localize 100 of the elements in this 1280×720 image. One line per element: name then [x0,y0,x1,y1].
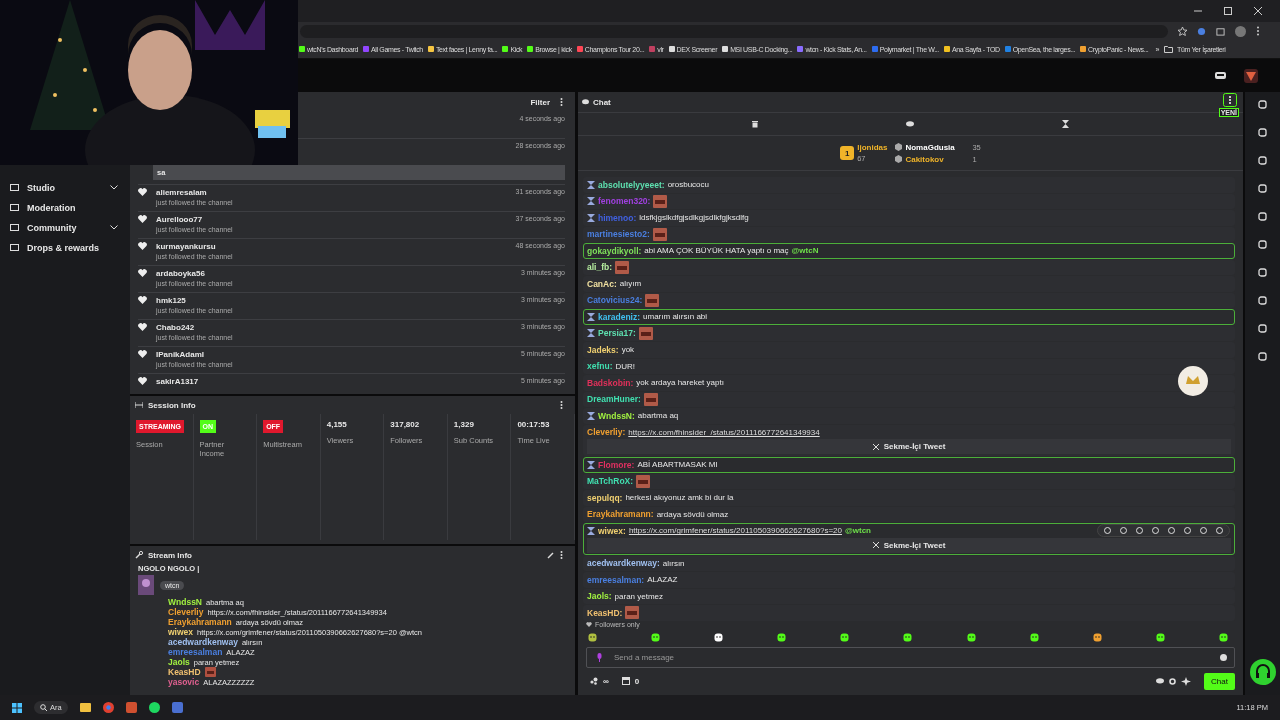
username[interactable]: aliemresalam [156,188,507,197]
message-field[interactable]: Send a message [586,647,1235,668]
username: Eraykahramann [168,617,232,627]
chat-link[interactable]: https://x.com/grimfener/status/2011050390662627680?s=20 [628,526,842,536]
minimize-icon[interactable] [1194,7,1202,15]
extension-icon[interactable] [1197,26,1206,36]
sidebar-item[interactable]: Drops & rewards [10,240,122,255]
chat-username[interactable]: sepulqq: [587,492,623,503]
heart-icon [138,269,147,277]
sidebar-item[interactable]: Moderation [10,200,122,215]
chat-username[interactable]: acedwardkenway: [587,558,660,569]
stat-value: 4,155 [326,420,347,429]
chat-link[interactable]: https://x.com/fhinsider_/status/2011166772641349934 [628,427,820,437]
username[interactable]: sakirA1317 [156,377,512,386]
emote-icon[interactable] [840,633,850,642]
emote-icon[interactable] [1155,633,1165,642]
windows-icon[interactable] [12,702,22,713]
chat-username[interactable]: MaTchRoX: [587,476,634,487]
emote-icon[interactable] [966,633,976,642]
username: Cleverliy [168,607,204,617]
chat-username[interactable]: absolutelyyeeet: [598,179,665,190]
chat-text: ALAZAZ [647,575,678,585]
heart-icon [138,350,147,358]
chat-text: paran yetmez [614,591,664,601]
emote-icon[interactable] [1029,633,1039,642]
chat-username[interactable]: Catovicius24: [587,295,643,306]
star-icon[interactable] [1178,26,1187,36]
chat-username[interactable]: KeasHD: [587,607,623,618]
username: WndssN [168,597,202,607]
more-icon[interactable] [560,551,563,559]
chat-username[interactable]: DreamHuner: [587,394,641,405]
chat-username[interactable]: Persia17: [598,328,636,339]
chat-username[interactable]: wiwex: [598,525,626,536]
emote-icon[interactable] [903,633,913,642]
chat-username[interactable]: karadeniz: [598,311,641,322]
app-icon[interactable] [171,702,183,713]
crown-logo-icon[interactable] [1178,366,1208,396]
gifter-name[interactable]: ljonidas [857,143,888,152]
chat-text: abi AMA ÇOK BÜYÜK HATA yaptı o maç [644,246,789,256]
chat-username[interactable]: CanAc: [587,278,617,289]
close-icon[interactable] [1254,7,1262,15]
sparkle-icon[interactable] [1181,676,1192,686]
chat-username[interactable]: gokaydikyoll: [587,245,642,256]
chat-username[interactable]: Jaols: [587,591,612,602]
username[interactable]: Aurellooo77 [156,215,507,224]
headset-icon[interactable] [1249,659,1276,685]
store-icon[interactable] [621,677,630,685]
logo-icon[interactable] [1244,68,1258,83]
emote-icon[interactable] [651,633,661,642]
tweet-embed-button[interactable]: Sekme-İçi Tweet [587,439,1231,454]
username[interactable]: hmk125 [156,296,512,305]
menu-item-icon [10,223,19,232]
heart-icon [138,188,147,196]
menu-icon[interactable] [1256,26,1260,36]
username[interactable]: Chabo242 [156,323,512,332]
microphone-icon [597,653,602,662]
chat-username[interactable]: Eraykahramann: [587,509,654,520]
emote-icon[interactable] [777,633,787,642]
app-icon[interactable] [125,702,137,713]
emote-icon[interactable] [714,633,724,642]
avatar-icon[interactable] [1235,25,1246,37]
username[interactable]: IPanikAdamI [156,350,512,359]
hourglass-icon[interactable] [1062,120,1069,128]
chat-username[interactable]: martinesiesto2: [587,229,650,240]
chat-send-button[interactable]: Chat [1204,672,1235,690]
gifter-name[interactable]: Cakitokov [905,154,970,164]
tweet-embed-button[interactable]: Sekme-İçi Tweet [587,537,1231,553]
mention[interactable]: @wtcN [791,246,819,256]
chat-username[interactable]: ali_fb: [587,262,613,273]
heart-icon [586,622,592,627]
emote-icon[interactable] [588,633,597,642]
emote-icon[interactable] [1218,633,1228,642]
chat-text: alıyım [619,279,642,289]
username: Jaols [168,657,190,667]
username[interactable]: ardaboyka56 [156,269,512,278]
browser-icon[interactable] [102,702,114,713]
chat-username[interactable]: xefnu: [587,361,613,372]
sidebar-item[interactable]: Community [10,220,122,235]
sidebar-item[interactable]: Studio [10,180,122,195]
username[interactable]: kurmayankursu [156,242,507,251]
chevron-icon [110,225,118,230]
music-icon[interactable] [148,702,160,713]
message-input[interactable]: Send a message [612,652,1210,663]
menu-item-icon [10,183,19,192]
chat-username[interactable]: emreesalman: [587,574,645,585]
chat-username[interactable]: Jadeks: [587,344,619,355]
more-icon[interactable] [560,98,563,106]
more-icon[interactable] [1223,93,1237,107]
settings-icon[interactable] [1169,677,1177,685]
more-icon[interactable] [560,401,563,409]
chat-username[interactable]: WndssN: [598,410,635,421]
panel-title: Session Info [148,400,196,410]
gifter-name[interactable]: NomaGdusia [905,142,970,152]
chat-username[interactable]: Cleverliy: [587,427,626,438]
mention[interactable]: @wtcn [845,526,871,536]
folder-icon[interactable] [79,703,91,712]
stat-value: 1,329 [453,420,474,429]
emote-icon[interactable] [1092,633,1102,642]
maximize-icon[interactable] [1224,7,1232,15]
filter-button[interactable]: Filter [530,97,550,107]
